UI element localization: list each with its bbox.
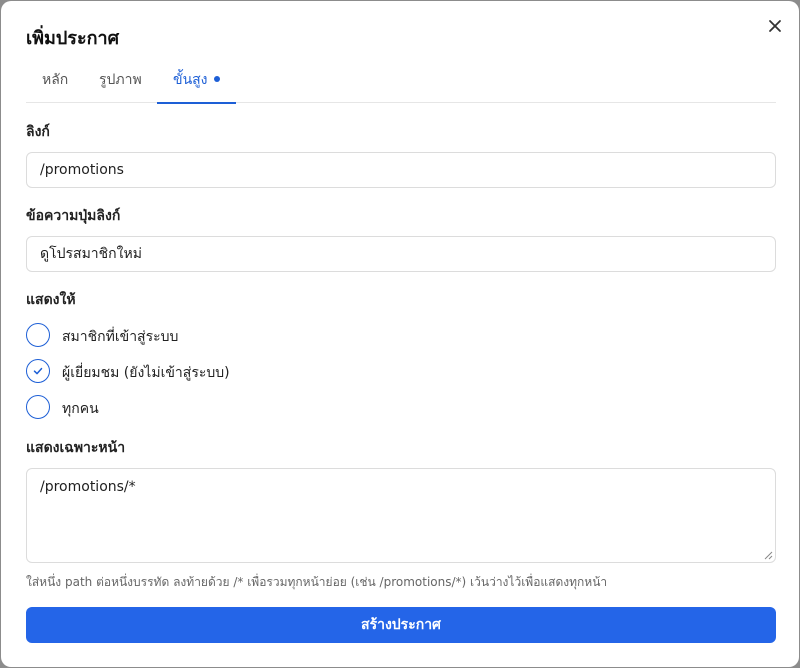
tab-advanced-label: ขั้นสูง <box>173 72 208 88</box>
pages-label: แสดงเฉพาะหน้า <box>26 440 126 456</box>
announcement-dialog: เพิ่มประกาศ หลัก รูปภาพ ขั้นสูง ลิงก์ /p… <box>1 1 799 667</box>
radio-unchecked[interactable] <box>26 395 50 419</box>
radio-unchecked[interactable] <box>26 323 50 347</box>
check-icon <box>33 367 43 375</box>
radio-checked[interactable] <box>26 359 50 383</box>
tab-images-label: รูปภาพ <box>99 72 142 88</box>
tab-bar: หลัก รูปภาพ ขั้นสูง <box>26 61 776 104</box>
audience-option-label: สมาชิกที่เข้าสู่ระบบ <box>62 329 179 345</box>
pages-value: /promotions/* <box>40 479 136 495</box>
audience-label: แสดงให้ <box>26 292 76 308</box>
audience-option-label: ทุกคน <box>62 401 99 417</box>
pages-hint: ใส่หนึ่ง path ต่อหนึ่งบรรทัด ลงท้ายด้วย … <box>26 575 608 589</box>
button-text-label: ข้อความปุ่มลิงก์ <box>26 208 121 224</box>
dialog-title: เพิ่มประกาศ <box>26 28 120 49</box>
button-text-input[interactable]: ดูโปรสมาชิกใหม่ <box>26 236 776 272</box>
close-icon <box>769 20 781 32</box>
tab-main[interactable]: หลัก <box>42 61 68 103</box>
tab-advanced[interactable]: ขั้นสูง <box>157 61 236 104</box>
create-announcement-button[interactable]: สร้างประกาศ <box>26 607 776 643</box>
audience-option-label: ผู้เยี่ยมชม (ยังไม่เข้าสู่ระบบ) <box>62 365 230 381</box>
close-button[interactable] <box>764 15 786 37</box>
link-label: ลิงก์ <box>26 124 50 140</box>
resize-handle-icon[interactable] <box>763 550 773 560</box>
tab-images[interactable]: รูปภาพ <box>99 61 142 103</box>
tab-main-label: หลัก <box>42 72 69 88</box>
pages-textarea[interactable]: /promotions/* <box>26 468 776 563</box>
link-input[interactable]: /promotions <box>26 152 776 188</box>
unsaved-dot-icon <box>213 76 220 82</box>
